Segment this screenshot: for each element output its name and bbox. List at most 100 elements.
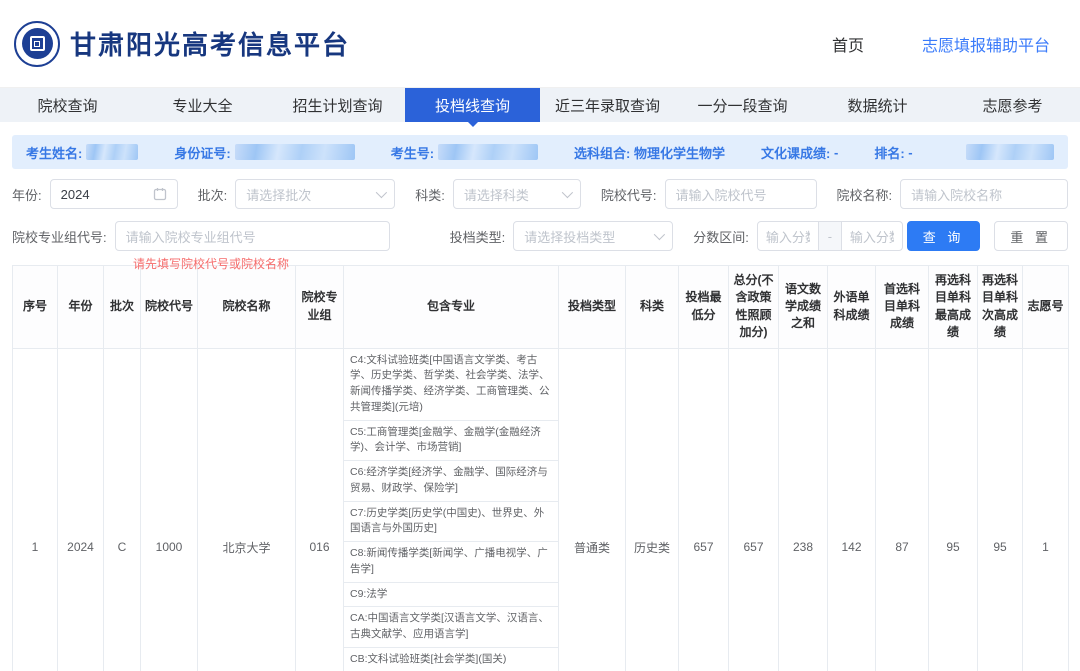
- col-major-group: 院校专业组: [296, 266, 344, 349]
- batch-label: 批次:: [198, 185, 228, 204]
- major-item: C5:工商管理类[金融学、金融学(金融经济学)、会计学、市场营销]: [344, 421, 558, 462]
- score-range-separator: -: [819, 221, 841, 251]
- major-item: C6:经济学类[经济学、金融学、国际经济与贸易、财政学、保险学]: [344, 461, 558, 502]
- page-root: 甘肃阳光高考信息平台 首页 志愿填报辅助平台 院校查询 专业大全 招生计划查询 …: [0, 0, 1080, 671]
- col-subject-category: 科类: [626, 266, 679, 349]
- col-first-subject: 首选科目单科成绩: [876, 266, 929, 349]
- chevron-down-icon: [376, 187, 387, 198]
- cell-foreign-lang: 142: [828, 348, 876, 671]
- college-code-label: 院校代号:: [601, 185, 657, 204]
- col-total-score: 总分(不含政策性照顾加分): [729, 266, 779, 349]
- college-name-input[interactable]: 请输入院校名称: [900, 179, 1068, 209]
- group-code-input[interactable]: 请输入院校专业组代号: [115, 221, 390, 251]
- filter-row-1: 年份: 2024 批次: 请选择批次 科类: 请选择科类: [12, 179, 1068, 209]
- home-link[interactable]: 首页: [832, 32, 864, 56]
- calendar-icon: [153, 187, 167, 201]
- admission-type-label: 投档类型:: [450, 227, 506, 246]
- cell-college-code: 1000: [141, 348, 198, 671]
- major-item: C4:文科试验班类[中国语言文学类、考古学、历史学类、哲学类、社会学类、法学、新…: [344, 349, 558, 421]
- student-info-bar: 考生姓名: 身份证号: 考生号: 选科组合: 物理化学生物学 文化课成绩: - …: [12, 135, 1068, 169]
- major-item: C8:新闻传播学类[新闻学、广播电视学、广告学]: [344, 542, 558, 583]
- cell-batch: C: [104, 348, 141, 671]
- batch-select[interactable]: 请选择批次: [235, 179, 395, 209]
- admission-type-select[interactable]: 请选择投档类型: [513, 221, 673, 251]
- chevron-down-icon: [562, 187, 573, 198]
- group-code-hint: 请先填写院校代号或院校名称: [133, 255, 289, 272]
- cell-total-score: 657: [729, 348, 779, 671]
- chevron-down-icon: [654, 229, 665, 240]
- results-table: 序号 年份 批次 院校代号 院校名称 院校专业组 包含专业 投档类型 科类 投档…: [12, 265, 1068, 671]
- redacted-exam-number: [438, 144, 538, 160]
- col-min-score: 投档最低分: [679, 266, 729, 349]
- col-re-subject-max: 再选科目单科最高成绩: [929, 266, 978, 349]
- app-header: 甘肃阳光高考信息平台 首页 志愿填报辅助平台: [0, 0, 1080, 88]
- year-input[interactable]: 2024: [50, 179, 178, 209]
- table-header-row: 序号 年份 批次 院校代号 院校名称 院校专业组 包含专业 投档类型 科类 投档…: [13, 266, 1069, 349]
- student-rank: 排名: -: [874, 143, 912, 162]
- cell-major-group: 016: [296, 348, 344, 671]
- table-row: 1 2024 C 1000 北京大学 016 C4:文科试验班类[中国语言文学类…: [13, 348, 1069, 671]
- reset-button[interactable]: 重 置: [994, 221, 1068, 251]
- college-code-input[interactable]: 请输入院校代号: [665, 179, 817, 209]
- score-min-input[interactable]: 输入分数: [757, 221, 819, 251]
- app-title: 甘肃阳光高考信息平台: [70, 25, 350, 62]
- col-batch: 批次: [104, 266, 141, 349]
- score-max-input[interactable]: 输入分数: [841, 221, 903, 251]
- col-admission-type: 投档类型: [559, 266, 626, 349]
- college-name-label: 院校名称:: [837, 185, 893, 204]
- cell-re-subject-max: 95: [929, 348, 978, 671]
- col-cn-math-sum: 语文数学成绩之和: [779, 266, 828, 349]
- cell-college-name: 北京大学: [198, 348, 296, 671]
- col-seq: 序号: [13, 266, 58, 349]
- major-item: C9:法学: [344, 583, 558, 608]
- tab-volunteer-reference[interactable]: 志愿参考: [945, 88, 1080, 122]
- assist-platform-link[interactable]: 志愿填报辅助平台: [922, 32, 1050, 56]
- student-culture-score: 文化课成绩: -: [761, 143, 838, 162]
- group-code-label: 院校专业组代号:: [12, 227, 107, 246]
- cell-first-subject: 87: [876, 348, 929, 671]
- cell-wish-no: 1: [1023, 348, 1069, 671]
- redacted-name: [86, 144, 138, 160]
- tab-admission-line-query[interactable]: 投档线查询: [405, 88, 540, 122]
- col-included-majors: 包含专业: [344, 266, 559, 349]
- cell-cn-math-sum: 238: [779, 348, 828, 671]
- app-logo-icon: [14, 21, 60, 67]
- cell-admission-type: 普通类: [559, 348, 626, 671]
- score-range-label: 分数区间:: [693, 227, 749, 246]
- tab-enrollment-plan-query[interactable]: 招生计划查询: [270, 88, 405, 122]
- col-foreign-lang: 外语单科成绩: [828, 266, 876, 349]
- filter-row-2: 院校专业组代号: 请输入院校专业组代号 请先填写院校代号或院校名称 投档类型: …: [12, 221, 1068, 251]
- cell-seq: 1: [13, 348, 58, 671]
- col-year: 年份: [58, 266, 104, 349]
- top-links: 首页 志愿填报辅助平台: [832, 32, 1062, 56]
- student-exam-number: 考生号:: [391, 143, 538, 162]
- major-item: CA:中国语言文学类[汉语言文学、汉语言、古典文献学、应用语言学]: [344, 607, 558, 648]
- cell-re-subject-next: 95: [978, 348, 1023, 671]
- redacted-id-number: [235, 144, 355, 160]
- year-label: 年份:: [12, 185, 42, 204]
- cell-year: 2024: [58, 348, 104, 671]
- subject-category-label: 科类:: [415, 185, 445, 204]
- tab-college-query[interactable]: 院校查询: [0, 88, 135, 122]
- search-button[interactable]: 查 询: [907, 221, 981, 251]
- col-re-subject-next: 再选科目单科次高成绩: [978, 266, 1023, 349]
- cell-included-majors: C4:文科试验班类[中国语言文学类、考古学、历史学类、哲学类、社会学类、法学、新…: [344, 348, 559, 671]
- redacted-user-info: [966, 144, 1054, 160]
- cell-subject-category: 历史类: [626, 348, 679, 671]
- col-college-code: 院校代号: [141, 266, 198, 349]
- filter-panel: 年份: 2024 批次: 请选择批次 科类: 请选择科类: [12, 179, 1068, 251]
- col-college-name: 院校名称: [198, 266, 296, 349]
- major-item: CB:文科试验班类[社会学类](国关): [344, 648, 558, 671]
- student-name: 考生姓名:: [26, 143, 138, 162]
- tab-data-statistics[interactable]: 数据统计: [810, 88, 945, 122]
- col-wish-no: 志愿号: [1023, 266, 1069, 349]
- tab-score-segment-query[interactable]: 一分一段查询: [675, 88, 810, 122]
- main-nav: 院校查询 专业大全 招生计划查询 投档线查询 近三年录取查询 一分一段查询 数据…: [0, 88, 1080, 122]
- cell-min-score: 657: [679, 348, 729, 671]
- subject-category-select[interactable]: 请选择科类: [453, 179, 581, 209]
- student-id-number: 身份证号:: [174, 143, 354, 162]
- brand: 甘肃阳光高考信息平台: [14, 21, 350, 67]
- tab-recent-3yr-admission-query[interactable]: 近三年录取查询: [540, 88, 675, 122]
- major-item: C7:历史学类[历史学(中国史)、世界史、外国语言与外国历史]: [344, 502, 558, 543]
- tab-majors-directory[interactable]: 专业大全: [135, 88, 270, 122]
